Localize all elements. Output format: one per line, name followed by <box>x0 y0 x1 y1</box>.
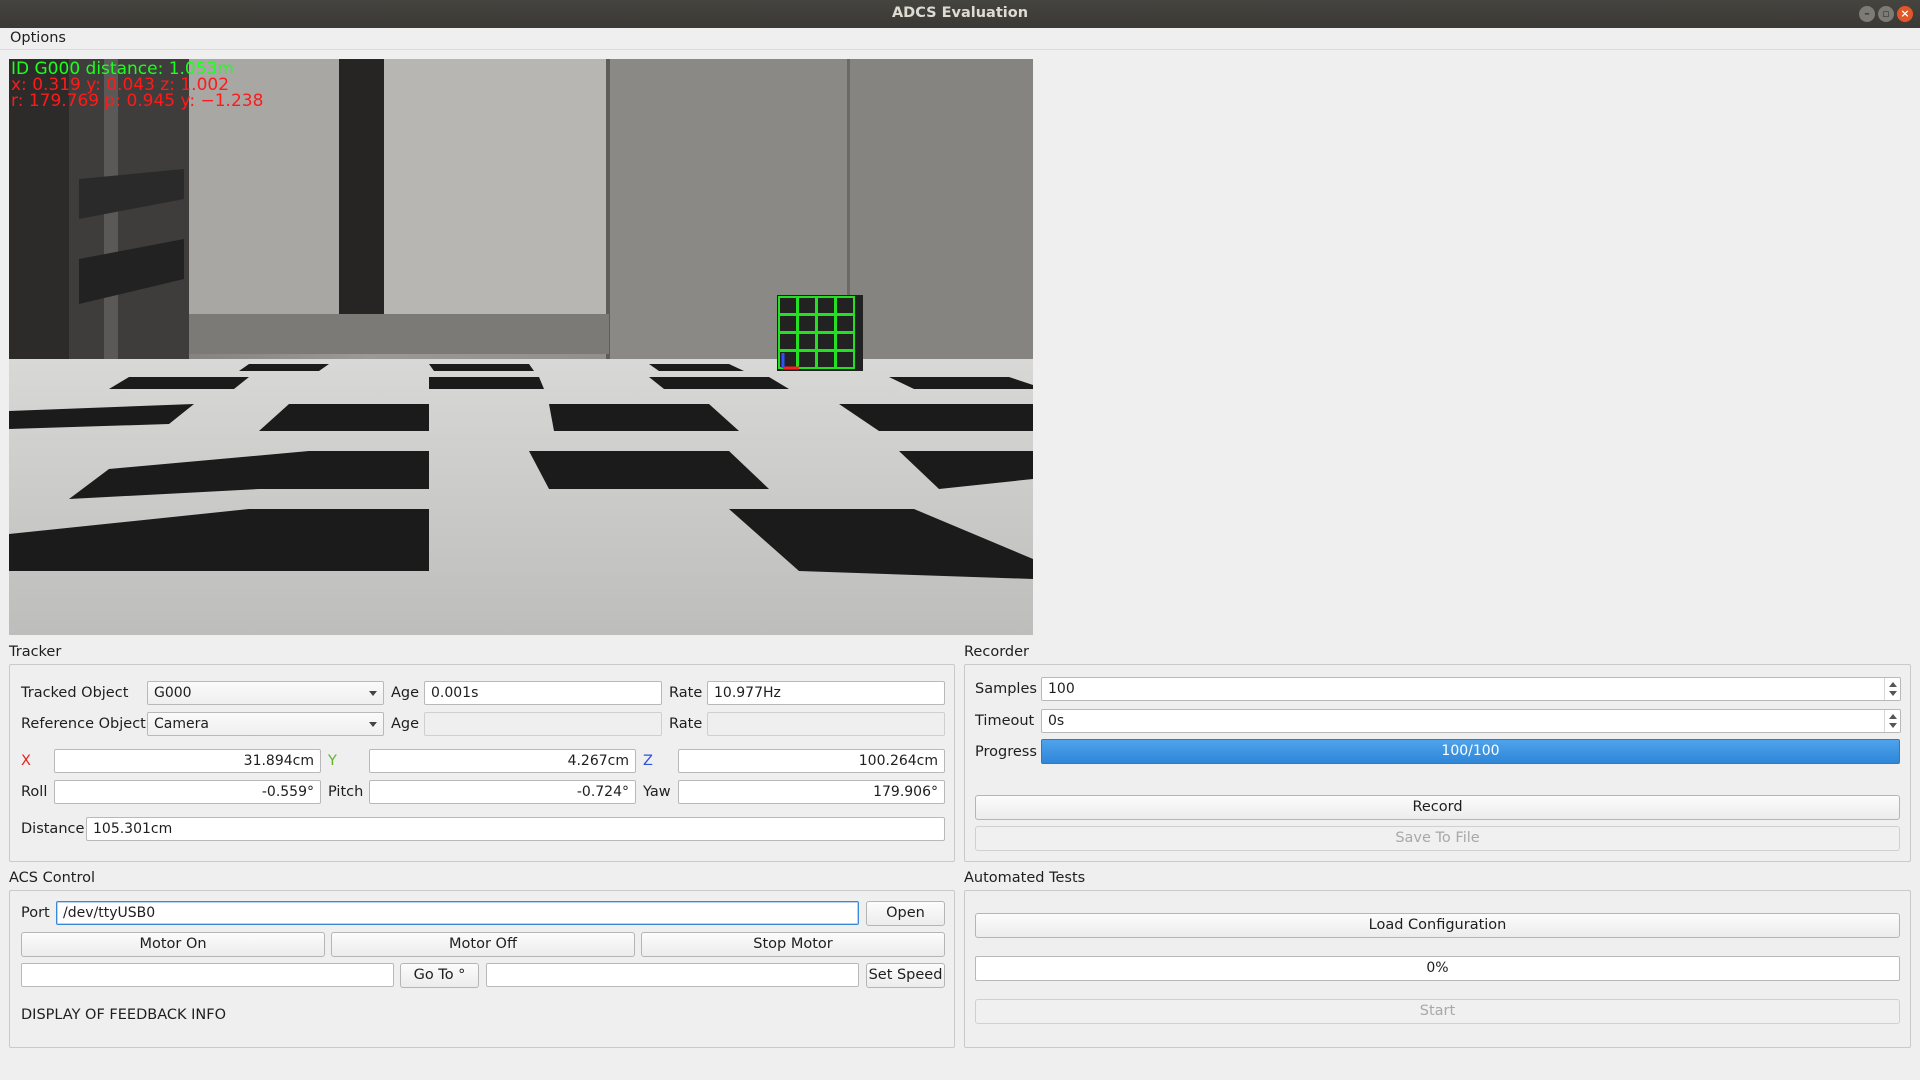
menu-bar: Options <box>0 28 1920 50</box>
age-label: Age <box>391 685 420 701</box>
stop-motor-button[interactable]: Stop Motor <box>641 932 945 957</box>
set-speed-button[interactable]: Set Speed <box>866 963 945 988</box>
chevron-up-icon[interactable] <box>1889 714 1897 719</box>
speed-input[interactable] <box>486 963 859 987</box>
reference-age-label: Age <box>391 716 420 732</box>
reference-rate-field[interactable] <box>707 712 945 736</box>
record-button[interactable]: Record <box>975 795 1900 820</box>
samples-value: 100 <box>1048 681 1075 697</box>
distance-label: Distance <box>21 821 85 837</box>
motor-off-button[interactable]: Motor Off <box>331 932 635 957</box>
z-label: Z <box>643 753 653 769</box>
roll-label: Roll <box>21 784 48 800</box>
window-title: ADCS Evaluation <box>891 5 1029 21</box>
chevron-down-icon[interactable] <box>1889 723 1897 728</box>
reference-object-select[interactable]: Camera <box>147 712 384 736</box>
goto-angle-input[interactable] <box>21 963 394 987</box>
yaw-field[interactable]: 179.906° <box>678 780 945 804</box>
reference-object-label: Reference Object <box>21 716 146 732</box>
motor-on-button[interactable]: Motor On <box>21 932 325 957</box>
samples-label: Samples <box>975 681 1037 697</box>
timeout-value: 0s <box>1048 713 1065 729</box>
progress-label: Progress <box>975 744 1037 760</box>
menu-options[interactable]: Options <box>10 30 66 46</box>
chevron-down-icon <box>369 691 377 696</box>
age-field[interactable]: 0.001s <box>424 681 662 705</box>
spin-arrows[interactable] <box>1884 678 1900 700</box>
yaw-label: Yaw <box>643 784 671 800</box>
start-button[interactable]: Start <box>975 999 1900 1024</box>
acs-group-title: ACS Control <box>9 870 96 886</box>
pitch-field[interactable]: -0.724° <box>369 780 636 804</box>
port-label: Port <box>21 905 50 921</box>
tracker-group-title: Tracker <box>9 644 62 660</box>
camera-overlay-rotation: r: 179.769 p: 0.945 y: −1.238 <box>11 91 264 111</box>
minimize-icon[interactable]: – <box>1859 6 1875 22</box>
reference-object-value: Camera <box>154 716 209 732</box>
distance-field[interactable]: 105.301cm <box>86 817 945 841</box>
port-input[interactable]: /dev/ttyUSB0 <box>56 901 859 925</box>
automated-progress-bar: 0% <box>975 956 1900 981</box>
reference-rate-label: Rate <box>669 716 703 732</box>
timeout-label: Timeout <box>975 713 1035 729</box>
chevron-down-icon <box>369 722 377 727</box>
x-label: X <box>21 753 31 769</box>
camera-image <box>9 59 1033 635</box>
spin-arrows[interactable] <box>1884 710 1900 732</box>
rate-label: Rate <box>669 685 703 701</box>
pitch-label: Pitch <box>328 784 364 800</box>
x-field[interactable]: 31.894cm <box>54 749 321 773</box>
automated-tests-group-title: Automated Tests <box>964 870 1086 886</box>
close-icon[interactable]: × <box>1897 6 1913 22</box>
roll-field[interactable]: -0.559° <box>54 780 321 804</box>
y-field[interactable]: 4.267cm <box>369 749 636 773</box>
chevron-up-icon[interactable] <box>1889 682 1897 687</box>
z-field[interactable]: 100.264cm <box>678 749 945 773</box>
rate-field[interactable]: 10.977Hz <box>707 681 945 705</box>
samples-spinbox[interactable]: 100 <box>1041 677 1901 701</box>
load-configuration-button[interactable]: Load Configuration <box>975 913 1900 938</box>
reference-age-field[interactable] <box>424 712 662 736</box>
tracked-object-label: Tracked Object <box>21 685 129 701</box>
save-to-file-button[interactable]: Save To File <box>975 826 1900 851</box>
feedback-info-text: DISPLAY OF FEEDBACK INFO <box>21 1007 226 1023</box>
open-button[interactable]: Open <box>866 901 945 926</box>
tracked-object-value: G000 <box>154 685 192 701</box>
y-label: Y <box>328 753 337 769</box>
title-bar: ADCS Evaluation – ▫ × <box>0 0 1920 28</box>
goto-button[interactable]: Go To ° <box>400 963 479 988</box>
maximize-icon[interactable]: ▫ <box>1878 6 1894 22</box>
timeout-spinbox[interactable]: 0s <box>1041 709 1901 733</box>
chevron-down-icon[interactable] <box>1889 691 1897 696</box>
tracked-object-select[interactable]: G000 <box>147 681 384 705</box>
camera-view: ID G000 distance: 1.053m x: 0.319 y: 0.0… <box>9 59 1033 635</box>
recorder-progress-bar: 100/100 <box>1041 739 1900 764</box>
recorder-group-title: Recorder <box>964 644 1029 660</box>
